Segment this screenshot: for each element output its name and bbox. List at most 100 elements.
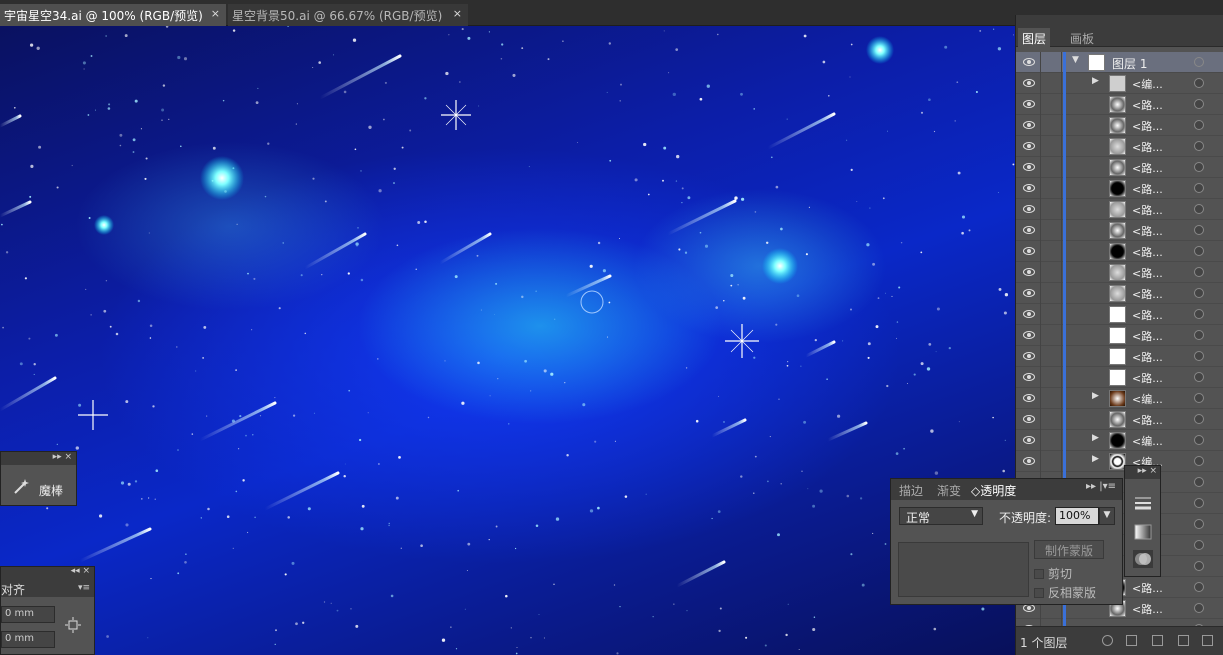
target-circle-icon[interactable] bbox=[1194, 288, 1204, 298]
eye-icon[interactable] bbox=[1023, 392, 1035, 404]
layer-name[interactable]: 图层 1 bbox=[1112, 55, 1147, 72]
layer-name[interactable]: <路... bbox=[1132, 223, 1163, 239]
eye-icon[interactable] bbox=[1023, 224, 1035, 236]
layer-name[interactable]: <路... bbox=[1132, 202, 1163, 218]
checkbox-box[interactable] bbox=[1034, 588, 1044, 598]
align-to-selection-icon[interactable] bbox=[64, 617, 82, 633]
layer-row[interactable]: <路... bbox=[1016, 115, 1223, 136]
layer-row[interactable]: ▶ <编... bbox=[1016, 388, 1223, 409]
collapse-icon[interactable]: ▸▸ × bbox=[1138, 466, 1157, 476]
eye-icon[interactable] bbox=[1023, 329, 1035, 341]
layer-row[interactable]: <路... bbox=[1016, 178, 1223, 199]
target-circle-icon[interactable] bbox=[1194, 204, 1204, 214]
eye-icon[interactable] bbox=[1023, 98, 1035, 110]
lock-toggle[interactable] bbox=[1040, 115, 1062, 136]
target-circle-icon[interactable] bbox=[1194, 183, 1204, 193]
eye-icon[interactable] bbox=[1023, 203, 1035, 215]
target-circle-icon[interactable] bbox=[1194, 456, 1204, 466]
delete-icon[interactable] bbox=[1202, 635, 1213, 646]
lock-toggle[interactable] bbox=[1040, 136, 1062, 157]
layer-name[interactable]: <路... bbox=[1132, 139, 1163, 155]
target-circle-icon[interactable] bbox=[1194, 582, 1204, 592]
lock-toggle[interactable] bbox=[1040, 409, 1062, 430]
eye-icon[interactable] bbox=[1023, 308, 1035, 320]
layer-row[interactable]: <路... bbox=[1016, 241, 1223, 262]
checkbox-box[interactable] bbox=[1034, 569, 1044, 579]
layer-row[interactable]: <路... bbox=[1016, 94, 1223, 115]
layer-name[interactable]: <编... bbox=[1132, 76, 1163, 92]
collapse-icon[interactable]: ▸▸ × bbox=[53, 452, 72, 462]
eye-icon[interactable] bbox=[1023, 245, 1035, 257]
layer-row[interactable]: <路... bbox=[1016, 262, 1223, 283]
layer-row[interactable]: <路... bbox=[1016, 325, 1223, 346]
target-circle-icon[interactable] bbox=[1194, 414, 1204, 424]
layer-row[interactable]: ▶ <编... bbox=[1016, 451, 1223, 472]
layer-row[interactable]: ▶ <编... bbox=[1016, 73, 1223, 94]
distribute-spacing-field[interactable]: 0 mm bbox=[1, 606, 55, 623]
panel-menu-icon[interactable]: ▾≡ bbox=[78, 583, 90, 593]
target-circle-icon[interactable] bbox=[1194, 435, 1204, 445]
eye-icon[interactable] bbox=[1023, 287, 1035, 299]
eye-icon[interactable] bbox=[1023, 455, 1035, 467]
target-circle-icon[interactable] bbox=[1194, 57, 1204, 67]
layer-name[interactable]: <路... bbox=[1132, 412, 1163, 428]
artboard-canvas[interactable] bbox=[0, 26, 1015, 655]
eye-icon[interactable] bbox=[1023, 266, 1035, 278]
layer-name[interactable]: <编... bbox=[1132, 433, 1163, 449]
lock-toggle[interactable] bbox=[1040, 52, 1062, 73]
target-circle-icon[interactable] bbox=[1194, 477, 1204, 487]
layer-row[interactable]: <路... bbox=[1016, 346, 1223, 367]
lock-toggle[interactable] bbox=[1040, 430, 1062, 451]
tab-transparency[interactable]: ◇透明度 bbox=[971, 482, 1016, 499]
layer-name[interactable]: <路... bbox=[1132, 160, 1163, 176]
lock-toggle[interactable] bbox=[1040, 388, 1062, 409]
lock-toggle[interactable] bbox=[1040, 199, 1062, 220]
new-sublayer-icon[interactable] bbox=[1152, 635, 1163, 646]
lock-toggle[interactable] bbox=[1040, 178, 1062, 199]
target-circle-icon[interactable] bbox=[1194, 498, 1204, 508]
new-layer-icon[interactable] bbox=[1178, 635, 1189, 646]
layer-name[interactable]: <路... bbox=[1132, 118, 1163, 134]
target-circle-icon[interactable] bbox=[1194, 519, 1204, 529]
target-circle-icon[interactable] bbox=[1194, 99, 1204, 109]
invert-mask-checkbox[interactable]: 反相蒙版 bbox=[1034, 584, 1096, 601]
blend-mode-select[interactable]: 正常 ▼ bbox=[899, 507, 983, 525]
target-circle-icon[interactable] bbox=[1194, 78, 1204, 88]
target-circle-icon[interactable] bbox=[1194, 603, 1204, 613]
eye-icon[interactable] bbox=[1023, 350, 1035, 362]
opacity-input[interactable]: 100% bbox=[1055, 507, 1099, 525]
target-circle-icon[interactable] bbox=[1194, 393, 1204, 403]
lock-toggle[interactable] bbox=[1040, 325, 1062, 346]
layer-name[interactable]: <路... bbox=[1132, 97, 1163, 113]
target-circle-icon[interactable] bbox=[1194, 120, 1204, 130]
tab-artboards[interactable]: 画板 bbox=[1066, 28, 1098, 47]
layer-row[interactable]: <路... bbox=[1016, 220, 1223, 241]
clip-checkbox[interactable]: 剪切 bbox=[1034, 565, 1072, 582]
target-circle-icon[interactable] bbox=[1194, 330, 1204, 340]
eye-icon[interactable] bbox=[1023, 413, 1035, 425]
layer-name[interactable]: <路... bbox=[1132, 349, 1163, 365]
eye-icon[interactable] bbox=[1023, 77, 1035, 89]
make-mask-button[interactable]: 制作蒙版 bbox=[1034, 540, 1104, 559]
eye-icon[interactable] bbox=[1023, 56, 1035, 68]
lock-toggle[interactable] bbox=[1040, 262, 1062, 283]
target-circle-icon[interactable] bbox=[1194, 540, 1204, 550]
layer-name[interactable]: <路... bbox=[1132, 580, 1163, 596]
tab-document-2[interactable]: 星空背景50.ai @ 66.67% (RGB/预览) × bbox=[228, 4, 468, 26]
panel-menu-icon[interactable]: ▸▸ |▾≡ bbox=[1086, 481, 1116, 492]
tab-layers[interactable]: 图层 bbox=[1018, 28, 1051, 47]
layer-name[interactable]: <路... bbox=[1132, 265, 1163, 281]
layer-row[interactable]: ▶ <编... bbox=[1016, 430, 1223, 451]
target-circle-icon[interactable] bbox=[1194, 561, 1204, 571]
lock-toggle[interactable] bbox=[1040, 346, 1062, 367]
target-circle-icon[interactable] bbox=[1194, 246, 1204, 256]
layer-name[interactable]: <路... bbox=[1132, 601, 1163, 617]
layer-row[interactable]: <路... bbox=[1016, 136, 1223, 157]
expand-arrow-icon[interactable]: ▶ bbox=[1092, 76, 1099, 86]
lock-toggle[interactable] bbox=[1040, 283, 1062, 304]
target-circle-icon[interactable] bbox=[1194, 141, 1204, 151]
lock-toggle[interactable] bbox=[1040, 73, 1062, 94]
lock-toggle[interactable] bbox=[1040, 94, 1062, 115]
locate-object-icon[interactable] bbox=[1102, 635, 1113, 646]
layer-name[interactable]: <路... bbox=[1132, 328, 1163, 344]
